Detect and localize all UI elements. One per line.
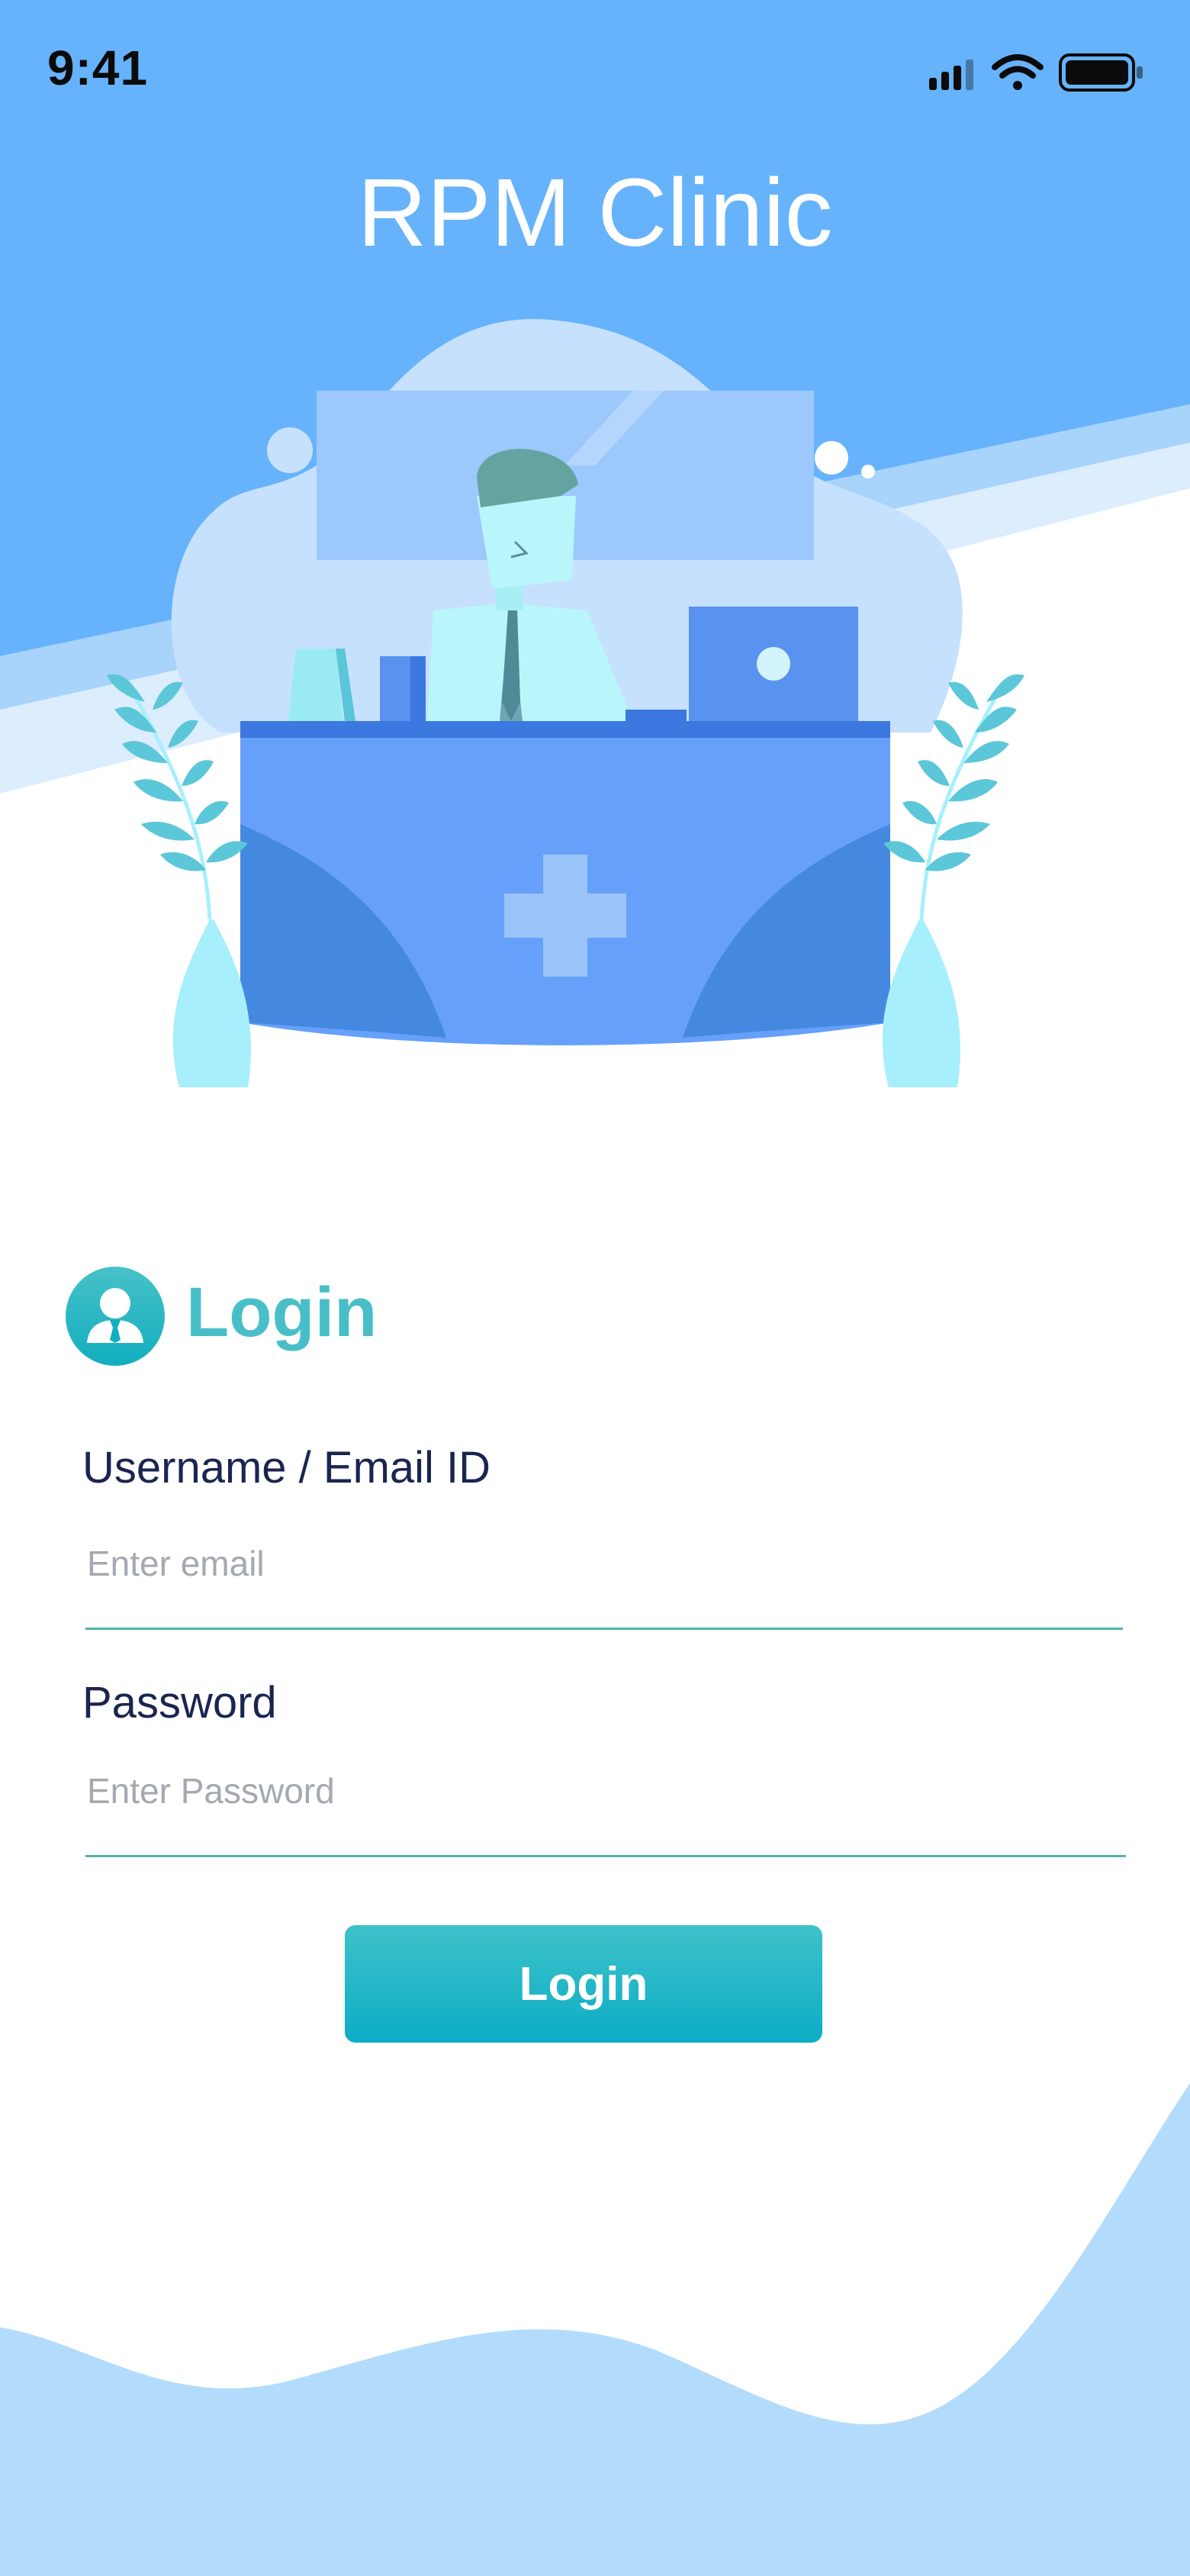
doctor-reception-illustration (107, 319, 1024, 1087)
email-field-underline (85, 1628, 1123, 1630)
password-field[interactable] (85, 1749, 1126, 1833)
battery-icon (1059, 53, 1143, 92)
password-label: Password (82, 1678, 277, 1728)
password-field-underline (85, 1855, 1126, 1857)
status-icons (929, 53, 1143, 92)
cellular-signal-icon (929, 60, 973, 90)
status-time: 9:41 (47, 40, 149, 95)
plant-left (107, 674, 251, 1087)
email-field[interactable] (85, 1521, 1123, 1605)
username-label: Username / Email ID (82, 1443, 491, 1492)
user-avatar-icon (66, 1267, 165, 1366)
wifi-icon (992, 54, 1044, 90)
plant-right (882, 674, 1024, 1087)
login-header: Login (66, 1267, 752, 1366)
app-title: RPM Clinic (357, 159, 833, 266)
login-heading: Login (186, 1274, 378, 1351)
login-button[interactable]: Login (345, 1925, 822, 2043)
status-bar: 9:41 (0, 0, 1190, 137)
